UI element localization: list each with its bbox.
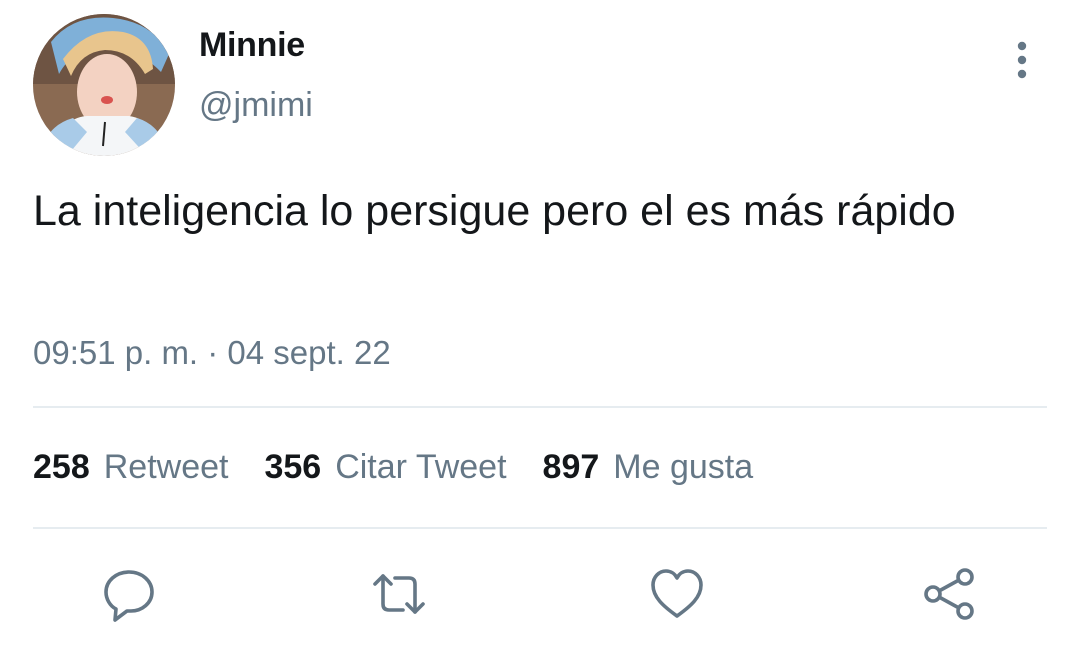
like-label: Me gusta [613,448,754,486]
retweet-icon [373,574,425,614]
like-button[interactable] [649,566,705,622]
share-icon [924,568,974,620]
avatar[interactable] [33,14,175,156]
quote-count: 356 [264,448,322,486]
retweet-button[interactable] [371,566,427,622]
retweet-stat[interactable]: 258 Retweet [33,448,228,487]
like-count: 897 [542,448,600,486]
avatar-image [33,14,175,156]
retweet-count: 258 [33,448,90,486]
user-handle[interactable]: @jmimi [199,86,313,125]
like-stat[interactable]: 897 Me gusta [543,448,754,487]
more-options-button[interactable] [1002,38,1042,82]
more-vertical-icon [1017,41,1027,79]
share-button[interactable] [921,566,977,622]
reply-button[interactable] [101,566,157,622]
like-icon [651,569,703,618]
quote-label: Citar Tweet [335,448,507,486]
divider [33,406,1047,408]
display-name[interactable]: Minnie [199,26,305,65]
engagement-stats: 258 Retweet 356 Citar Tweet 897 Me gusta [33,448,753,487]
reply-icon [104,570,154,622]
quote-stat[interactable]: 356 Citar Tweet [264,448,506,487]
divider [33,527,1047,529]
retweet-label: Retweet [103,448,229,486]
tweet-card: Minnie @jmimi La inteligencia lo persigu… [0,0,1080,660]
tweet-text: La inteligencia lo persigue pero el es m… [33,187,956,235]
tweet-timestamp[interactable]: 09:51 p. m. · 04 sept. 22 [33,334,391,372]
